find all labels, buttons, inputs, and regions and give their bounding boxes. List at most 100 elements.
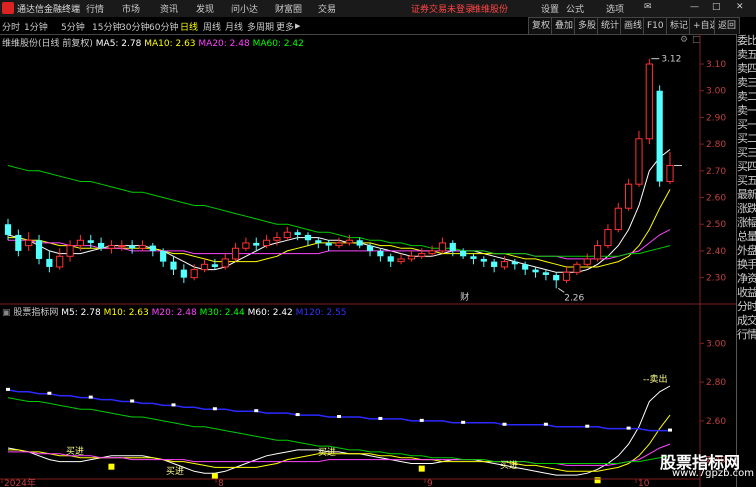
- candle-body: [449, 242, 456, 251]
- kline-chart[interactable]: 3.10 3.00 2.90 2.80 2.70 2.60 2.50 2.40 2.30 3.1…: [0, 34, 736, 487]
- candle: [304, 232, 312, 246]
- side-panel-label[interactable]: 卖五: [737, 48, 756, 62]
- indicator-title[interactable]: 股票指标网: [13, 308, 58, 318]
- candle: [56, 248, 64, 270]
- m120-dot: [6, 387, 10, 391]
- candle-body: [553, 274, 560, 281]
- candle: [221, 253, 229, 270]
- candle: [170, 256, 177, 275]
- menu-news[interactable]: 资讯: [160, 2, 178, 15]
- ma-line-ma10: [8, 189, 671, 268]
- x-tick-label: 2024年: [4, 477, 36, 487]
- side-panel-label[interactable]: 行情: [737, 328, 756, 342]
- period-15min[interactable]: 15分钟: [92, 20, 121, 33]
- menu-discover[interactable]: 发现: [196, 2, 214, 15]
- candle: [4, 218, 12, 241]
- menu-settings[interactable]: 设置: [541, 2, 559, 15]
- ind-line-ma10: [8, 414, 671, 472]
- period-60min[interactable]: 60分钟: [149, 20, 178, 33]
- side-panel-label[interactable]: 净资: [737, 272, 756, 286]
- side-panel-label[interactable]: 买二: [737, 132, 756, 146]
- side-panel-label[interactable]: 卖二: [737, 90, 756, 104]
- low-pointer: [557, 287, 565, 293]
- candle: [377, 248, 384, 262]
- side-panel-label[interactable]: 卖三: [737, 76, 756, 90]
- back-button[interactable]: 返回: [714, 17, 741, 35]
- more-arrow-icon[interactable]: ▶: [295, 22, 300, 30]
- candle: [25, 232, 33, 251]
- m120-dot: [212, 407, 217, 411]
- side-panel-label[interactable]: 委比: [737, 34, 756, 48]
- period-intraday[interactable]: 分时: [2, 20, 20, 33]
- menu-formula[interactable]: 公式: [566, 2, 584, 15]
- menu-assistant[interactable]: 问小达: [231, 2, 258, 15]
- side-panel-label[interactable]: 买一: [737, 118, 756, 132]
- side-panel-label[interactable]: 买五: [737, 174, 756, 188]
- m120-dot: [88, 395, 93, 399]
- candle: [666, 152, 674, 185]
- candle-body: [56, 255, 64, 268]
- side-panel-label[interactable]: 成交: [737, 314, 756, 328]
- period-multi[interactable]: 多周期: [247, 20, 274, 33]
- candle-body: [656, 90, 663, 182]
- side-panel-label[interactable]: 涨跌: [737, 202, 756, 216]
- indicator-legend-item: M60: 2.42: [247, 308, 296, 318]
- candle: [160, 248, 167, 267]
- side-panel-label[interactable]: 总量: [737, 230, 756, 244]
- period-more[interactable]: 更多: [276, 20, 294, 33]
- candle-body: [160, 250, 167, 262]
- maximize-icon[interactable]: □: [712, 2, 721, 12]
- side-panel-label[interactable]: 分时: [737, 300, 756, 314]
- candle: [35, 234, 43, 265]
- login-status[interactable]: 证券交易未登录: [411, 2, 474, 15]
- period-daily[interactable]: 日线: [180, 20, 198, 33]
- x-tick-label: 8: [218, 479, 224, 487]
- side-panel-label[interactable]: 卖一: [737, 104, 756, 118]
- ma-line-ma5: [7, 149, 671, 273]
- menu-trade[interactable]: 交易: [318, 2, 336, 15]
- period-weekly[interactable]: 周线: [203, 20, 221, 33]
- side-panel-label[interactable]: 换手: [737, 258, 756, 272]
- side-panel-label[interactable]: 买四: [737, 160, 756, 174]
- close-icon[interactable]: ✕: [736, 2, 744, 12]
- side-panel-label[interactable]: 最新: [737, 188, 756, 202]
- side-panel-label[interactable]: 涨幅: [737, 216, 756, 230]
- candle-body: [666, 164, 674, 183]
- candle: [656, 85, 663, 187]
- candle-body: [428, 250, 436, 255]
- minimize-icon[interactable]: —: [690, 2, 699, 12]
- candle: [428, 245, 436, 257]
- menu-market[interactable]: 市场: [122, 2, 140, 15]
- period-1min[interactable]: 1分钟: [24, 20, 48, 33]
- m120-dot: [171, 403, 176, 407]
- side-panel-label[interactable]: 卖四: [737, 62, 756, 76]
- menu-wealth[interactable]: 财富圈: [275, 2, 302, 15]
- m120-dot: [585, 424, 590, 428]
- candle-body: [4, 224, 12, 235]
- candle: [325, 240, 332, 251]
- menu-options[interactable]: 选项: [606, 2, 624, 15]
- message-icon[interactable]: ✉: [644, 2, 652, 12]
- candle-body: [231, 247, 240, 260]
- period-5min[interactable]: 5分钟: [61, 20, 85, 33]
- candle-body: [118, 245, 126, 248]
- ind-y-tick-label: 3.00: [706, 339, 726, 349]
- y-tick-label: 2.30: [706, 274, 726, 284]
- candle-body: [200, 263, 209, 271]
- side-panel-label[interactable]: 买三: [737, 146, 756, 160]
- ind-y-tick-label: 2.60: [706, 417, 726, 427]
- candle-body: [635, 138, 643, 185]
- period-30min[interactable]: 30分钟: [120, 20, 149, 33]
- candle-body: [397, 258, 405, 263]
- menu-quotes[interactable]: 行情: [86, 2, 104, 15]
- candle-body: [66, 245, 74, 257]
- candle: [345, 234, 353, 246]
- f10-button[interactable]: F10: [643, 17, 668, 35]
- candle: [107, 240, 116, 254]
- y-tick-label: 2.70: [706, 167, 726, 177]
- side-panel-label[interactable]: 外盘: [737, 244, 756, 258]
- side-panel-label[interactable]: 收益: [737, 286, 756, 300]
- candle: [200, 258, 209, 273]
- period-monthly[interactable]: 月线: [225, 20, 243, 33]
- candle-body: [500, 261, 509, 268]
